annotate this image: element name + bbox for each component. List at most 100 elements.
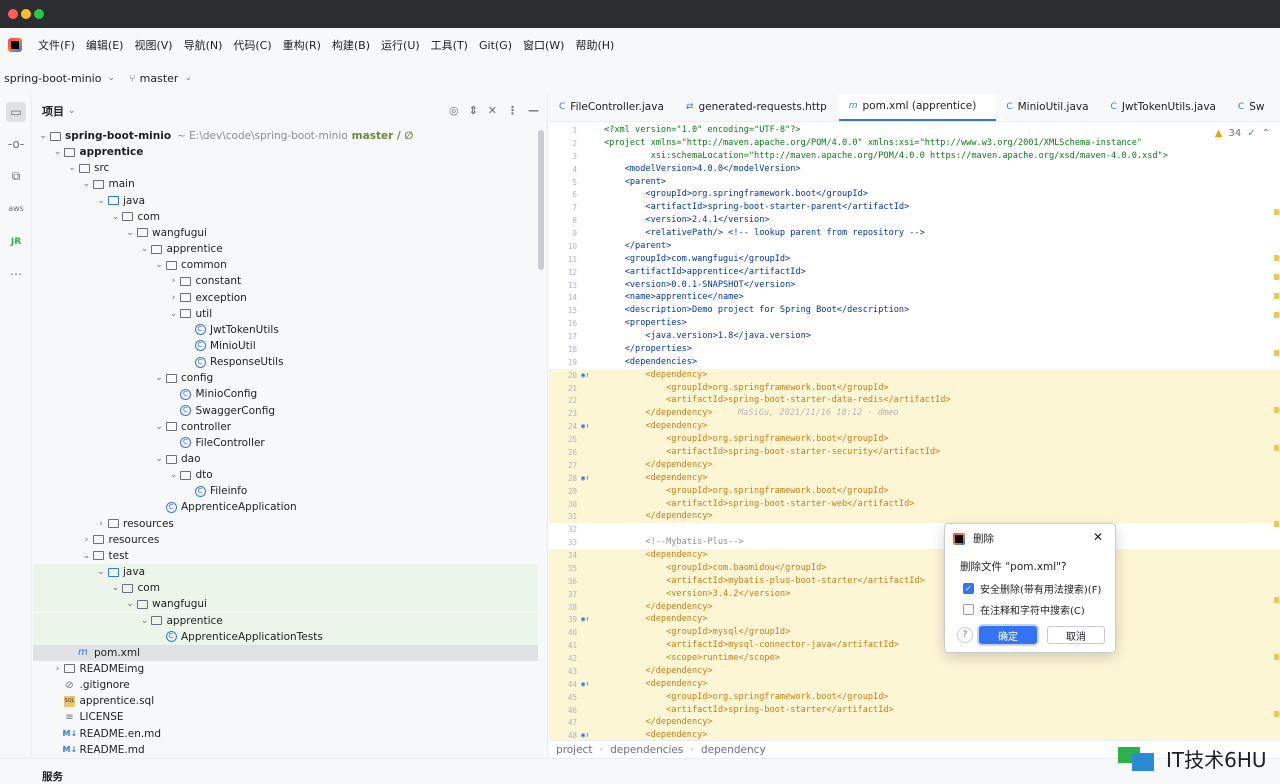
tree-item[interactable]: ⌄ dao: [33, 451, 538, 467]
line-number[interactable]: 36: [549, 575, 577, 588]
gutter-dependency-icon[interactable]: ◉↑: [581, 678, 589, 691]
line-number[interactable]: 40: [549, 626, 577, 639]
line-number[interactable]: 11: [549, 253, 577, 266]
stripe-marker[interactable]: [1274, 312, 1279, 318]
line-number[interactable]: 23: [549, 407, 577, 420]
tree-item[interactable]: › READMEimg: [33, 661, 538, 677]
line-number[interactable]: 6: [549, 188, 577, 201]
chevron-right-icon[interactable]: ›: [81, 535, 93, 545]
menu-refactor[interactable]: 重构(R): [283, 37, 321, 53]
chevron-down-icon[interactable]: ⌄: [81, 551, 93, 561]
tree-item[interactable]: C MinioConfig: [33, 386, 538, 402]
gutter-dependency-icon[interactable]: ◉↑: [581, 472, 589, 485]
tree-item[interactable]: M↓ README.md: [33, 742, 538, 758]
menu-help[interactable]: 帮助(H): [575, 37, 614, 53]
tree-item[interactable]: ⌄ java: [33, 564, 538, 581]
line-number[interactable]: 20: [549, 369, 577, 382]
line-number[interactable]: 14: [549, 291, 577, 304]
gutter-dependency-icon[interactable]: ◉↑: [581, 613, 589, 626]
search-comments-option[interactable]: 在注释和字符中搜索(C): [963, 602, 1085, 617]
editor-tab[interactable]: ⇄ generated-requests.http: [676, 94, 839, 121]
line-number[interactable]: 12: [549, 266, 577, 279]
tree-item[interactable]: ⌄ apprentice: [33, 241, 538, 257]
tree-item[interactable]: › exception: [33, 290, 538, 306]
tree-item[interactable]: ⌄ util: [33, 306, 538, 322]
hide-panel-icon[interactable]: —: [528, 104, 539, 117]
tree-item[interactable]: ⌄ com: [33, 209, 538, 225]
tree-item[interactable]: ⌄ apprentice: [33, 144, 538, 160]
expand-all-icon[interactable]: ⇕: [469, 104, 478, 117]
line-number[interactable]: 25: [549, 433, 577, 446]
error-stripe[interactable]: [1274, 122, 1280, 742]
tree-item[interactable]: C ApprenticeApplication: [33, 499, 538, 515]
tree-item[interactable]: C MinioUtil: [33, 338, 538, 354]
stripe-marker[interactable]: [1274, 274, 1279, 280]
breadcrumb-item[interactable]: project: [556, 744, 592, 756]
menu-navigate[interactable]: 导航(N): [184, 37, 223, 53]
line-number[interactable]: 16: [549, 317, 577, 330]
tree-item[interactable]: C JwtTokenUtils: [33, 322, 538, 338]
editor-tab[interactable]: C JwtTokenUtils.java: [1101, 94, 1228, 121]
line-number[interactable]: 37: [549, 588, 577, 601]
chevron-down-icon[interactable]: ⌄: [168, 470, 180, 480]
chevron-down-icon[interactable]: ⌄: [153, 260, 165, 270]
tree-item[interactable]: ⌄ main: [33, 176, 538, 192]
gutter-dependency-icon[interactable]: ◉↑: [581, 369, 589, 382]
line-number[interactable]: 18: [549, 343, 577, 356]
more-tools-icon[interactable]: ⋯: [6, 264, 26, 284]
project-panel-title[interactable]: 项目: [42, 103, 64, 119]
cancel-button[interactable]: 取消: [1047, 626, 1105, 644]
line-number[interactable]: 46: [549, 704, 577, 717]
tree-item[interactable]: › resources: [33, 516, 538, 532]
line-number[interactable]: 1: [549, 124, 577, 137]
line-number[interactable]: 7: [549, 201, 577, 214]
chevron-down-icon[interactable]: ⌄: [168, 309, 180, 319]
chevron-down-icon[interactable]: ⌄: [124, 599, 136, 609]
line-number[interactable]: 30: [549, 498, 577, 511]
menu-run[interactable]: 运行(U): [381, 37, 420, 53]
tree-item[interactable]: C FileController: [33, 435, 538, 451]
services-tab[interactable]: 服务: [42, 769, 63, 784]
search-comments-checkbox[interactable]: [963, 604, 974, 615]
tree-item[interactable]: ⌄ apprentice: [33, 612, 538, 629]
editor-tab[interactable]: C Sw: [1228, 94, 1277, 121]
line-number[interactable]: 27: [549, 459, 577, 472]
line-number[interactable]: 22: [549, 394, 577, 407]
line-number[interactable]: 9: [549, 227, 577, 240]
safe-delete-checkbox[interactable]: ✓: [963, 583, 974, 594]
line-number[interactable]: 26: [549, 446, 577, 459]
jrebel-icon[interactable]: JR: [6, 232, 26, 252]
tree-item[interactable]: m pom.xml: [33, 644, 538, 661]
chevron-down-icon[interactable]: ⌄: [95, 567, 107, 577]
tree-item[interactable]: C SwaggerConfig: [33, 403, 538, 419]
chevron-down-icon[interactable]: ⌄: [153, 454, 165, 464]
structure-icon[interactable]: ⧉: [6, 166, 26, 186]
menu-git[interactable]: Git(G): [479, 39, 512, 52]
aws-icon[interactable]: aws: [6, 198, 26, 218]
chevron-down-icon[interactable]: ⌄: [124, 228, 136, 238]
line-number[interactable]: 5: [549, 176, 577, 189]
line-number[interactable]: 33: [549, 536, 577, 549]
ok-button[interactable]: 确定: [979, 626, 1037, 644]
line-number[interactable]: 34: [549, 549, 577, 562]
close-icon[interactable]: ✕: [1093, 530, 1103, 544]
stripe-marker[interactable]: [1274, 209, 1279, 216]
stripe-marker[interactable]: [1274, 445, 1279, 451]
stripe-marker[interactable]: [1274, 521, 1279, 527]
line-number[interactable]: 28: [549, 472, 577, 485]
tree-item[interactable]: ⌄ config: [33, 370, 538, 386]
commit-icon[interactable]: -o-: [6, 134, 26, 154]
line-number[interactable]: 43: [549, 665, 577, 678]
line-number[interactable]: 45: [549, 691, 577, 704]
zoom-window-button[interactable]: [34, 9, 44, 19]
tree-item[interactable]: ⌄ wangfugui: [33, 596, 538, 613]
tree-item[interactable]: ⌄ test: [33, 548, 538, 564]
project-folder-icon[interactable]: ▭: [6, 102, 26, 122]
line-number[interactable]: 19: [549, 356, 577, 369]
line-number[interactable]: 47: [549, 716, 577, 729]
line-number[interactable]: 39: [549, 613, 577, 626]
line-number[interactable]: 4: [549, 163, 577, 176]
line-number[interactable]: 41: [549, 639, 577, 652]
line-number[interactable]: 32: [549, 523, 577, 536]
tree-item[interactable]: › constant: [33, 273, 538, 289]
